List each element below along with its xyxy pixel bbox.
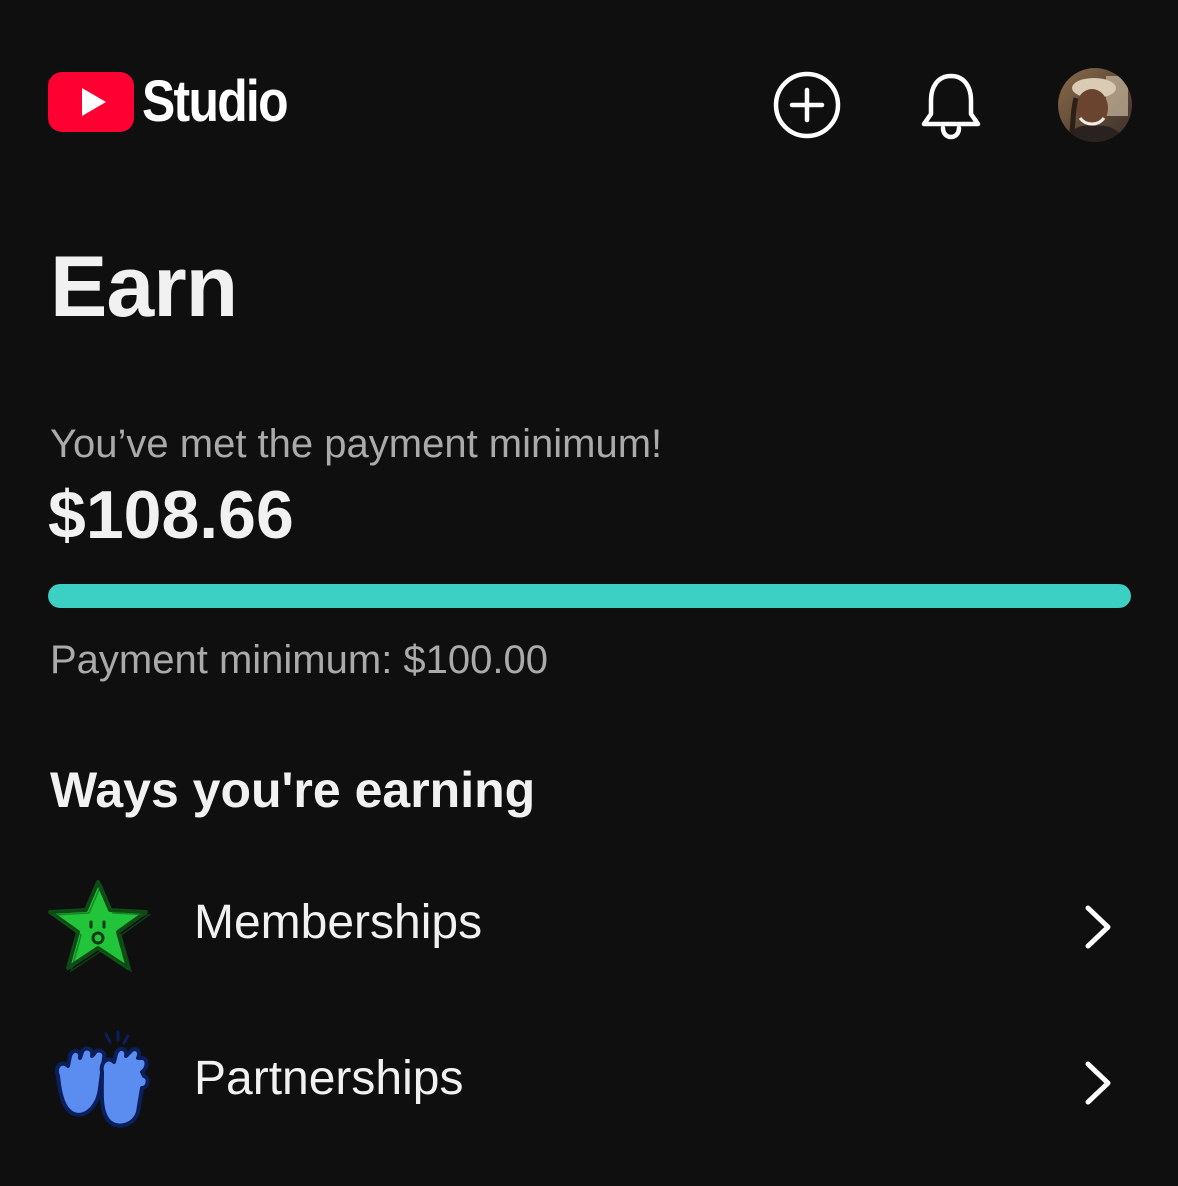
partnerships-label: Partnerships [194,1052,464,1105]
notifications-button[interactable] [914,68,988,142]
page-title: Earn [50,239,238,335]
youtube-studio-logo[interactable]: Studio [48,72,310,132]
partnerships-row[interactable]: Partnerships [0,1016,1178,1146]
payment-progress-fill [48,584,1131,608]
create-icon [773,71,841,139]
payment-status-text: You’ve met the payment minimum! [50,422,663,466]
chevron-right-icon [1085,1061,1111,1105]
memberships-label: Memberships [194,896,483,949]
create-button[interactable] [770,68,844,142]
ways-earning-heading: Ways you're earning [50,762,536,818]
memberships-row[interactable]: Memberships [0,860,1178,990]
membership-star-icon [48,880,152,973]
avatar-photo [1058,68,1132,142]
account-avatar[interactable] [1058,68,1132,142]
partnership-hands-icon [55,1030,150,1128]
bell-icon [921,73,981,140]
payment-minimum-text: Payment minimum: $100.00 [50,638,549,682]
chevron-right-icon [1085,905,1111,949]
earnings-amount: $108.66 [48,477,294,553]
payment-progress-bar [48,584,1131,608]
logo-text: Studio [142,69,289,134]
youtube-play-icon [48,72,134,132]
